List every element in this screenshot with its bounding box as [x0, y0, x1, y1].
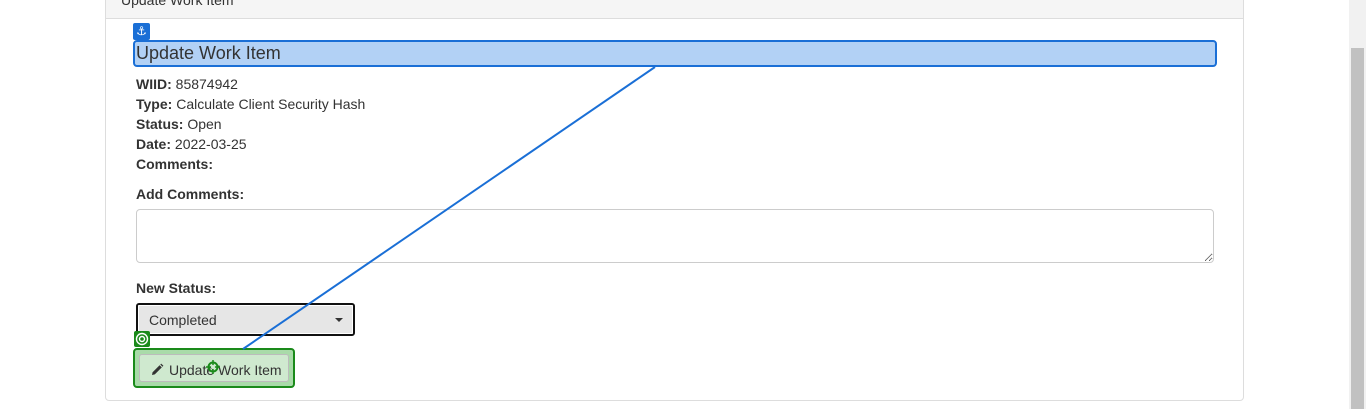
comments-field: Comments:	[136, 154, 213, 174]
panel-heading: Update Work Item	[106, 0, 1243, 19]
comments-label: Comments:	[136, 156, 214, 172]
type-value: Calculate Client Security Hash	[176, 96, 366, 112]
add-comments-input[interactable]	[136, 209, 1214, 263]
add-comments-label: Add Comments:	[136, 186, 245, 202]
chevron-down-icon	[335, 318, 343, 322]
date-value: 2022-03-25	[174, 136, 247, 152]
title-highlight-box	[133, 40, 1217, 67]
scrollbar-thumb[interactable]	[1351, 48, 1364, 409]
update-work-item-button[interactable]: Update Work Item	[133, 348, 295, 388]
new-status-select[interactable]: Completed	[136, 303, 355, 336]
status-field: Status: Open	[136, 114, 222, 134]
page-title: Update Work Item	[136, 43, 281, 63]
target-icon	[134, 331, 150, 347]
type-field: Type: Calculate Client Security Hash	[136, 94, 365, 114]
update-work-item-button-label: Update Work Item	[169, 362, 282, 378]
wiid-field: WIID: 85874942	[136, 74, 238, 94]
panel-heading-title: Update Work Item	[121, 0, 234, 8]
status-label: Status:	[136, 116, 184, 132]
anchor-icon: ⚓	[133, 23, 150, 40]
wiid-label: WIID:	[136, 76, 172, 92]
scrollbar-track[interactable]	[1349, 0, 1366, 409]
new-status-selected: Completed	[149, 312, 217, 328]
date-label: Date:	[136, 136, 172, 152]
wiid-value: 85874942	[175, 76, 238, 92]
date-field: Date: 2022-03-25	[136, 134, 247, 154]
status-value: Open	[187, 116, 222, 132]
type-label: Type:	[136, 96, 173, 112]
new-status-label: New Status:	[136, 280, 217, 296]
pencil-icon	[152, 363, 164, 375]
